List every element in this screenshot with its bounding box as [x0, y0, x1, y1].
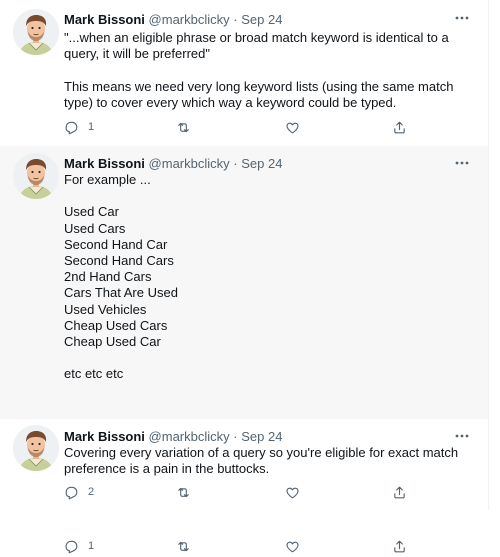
author-handle[interactable]: @markbclicky: [149, 156, 230, 171]
tweet-text: Covering every variation of a query so y…: [64, 445, 462, 477]
separator-dot: ·: [233, 12, 238, 27]
tweet[interactable]: Mark Bissoni @markbclicky · Sep 24 Cover…: [0, 419, 488, 510]
more-options-icon[interactable]: [454, 10, 470, 26]
share-button[interactable]: [392, 483, 407, 501]
tweet-date[interactable]: Sep 24: [241, 429, 282, 444]
like-button[interactable]: [285, 483, 300, 501]
like-heart-icon: [285, 539, 300, 554]
tweet-actions: 2: [64, 483, 424, 503]
retweet-icon: [176, 539, 191, 554]
author-name[interactable]: Mark Bissoni: [64, 12, 145, 27]
retweet-button[interactable]: [176, 537, 191, 555]
share-button[interactable]: [392, 537, 407, 555]
author-handle[interactable]: @markbclicky: [149, 12, 230, 27]
tweet-header: Mark Bissoni @markbclicky · Sep 24: [64, 428, 282, 446]
reply-count: 2: [88, 486, 95, 498]
avatar[interactable]: [13, 153, 59, 199]
share-icon: [392, 539, 407, 554]
retweet-button[interactable]: [176, 483, 191, 501]
share-button[interactable]: [392, 118, 407, 136]
tweet[interactable]: Mark Bissoni @markbclicky · Sep 24 "...w…: [0, 0, 488, 146]
like-heart-icon: [285, 120, 300, 135]
author-handle[interactable]: @markbclicky: [149, 429, 230, 444]
tweet-header: Mark Bissoni @markbclicky · Sep 24: [64, 155, 282, 173]
reply-icon: [64, 485, 79, 500]
reply-count: 1: [88, 540, 95, 552]
more-options-icon[interactable]: [454, 155, 470, 171]
separator-dot: ·: [233, 156, 238, 171]
tweet[interactable]: Mark Bissoni @markbclicky · Sep 24 For e…: [0, 146, 488, 419]
avatar[interactable]: [13, 425, 59, 471]
tweet-date[interactable]: Sep 24: [241, 156, 282, 171]
author-name[interactable]: Mark Bissoni: [64, 156, 145, 171]
share-icon: [392, 485, 407, 500]
reply-button[interactable]: 1: [64, 537, 94, 555]
reply-button[interactable]: 2: [64, 483, 94, 501]
tweet-header: Mark Bissoni @markbclicky · Sep 24: [64, 11, 282, 29]
like-button[interactable]: [285, 537, 300, 555]
reply-icon: [64, 120, 79, 135]
tweet-date[interactable]: Sep 24: [241, 12, 282, 27]
retweet-icon: [176, 485, 191, 500]
like-button[interactable]: [285, 118, 300, 136]
like-heart-icon: [285, 485, 300, 500]
author-name[interactable]: Mark Bissoni: [64, 429, 145, 444]
retweet-button[interactable]: [176, 118, 191, 136]
reply-count: 1: [88, 121, 95, 133]
tweet-actions: 1: [64, 537, 424, 557]
reply-icon: [64, 539, 79, 554]
tweet-text: For example ... Used Car Used Cars Secon…: [64, 172, 178, 382]
tweet-text: "...when an eligible phrase or broad mat…: [64, 30, 454, 110]
more-options-icon[interactable]: [454, 428, 470, 444]
reply-button[interactable]: 1: [64, 118, 94, 136]
share-icon: [392, 120, 407, 135]
tweet-thread: Mark Bissoni @markbclicky · Sep 24 "...w…: [0, 0, 489, 510]
separator-dot: ·: [233, 429, 238, 444]
tweet-actions: 1: [64, 118, 424, 138]
avatar[interactable]: [13, 9, 59, 55]
retweet-icon: [176, 120, 191, 135]
